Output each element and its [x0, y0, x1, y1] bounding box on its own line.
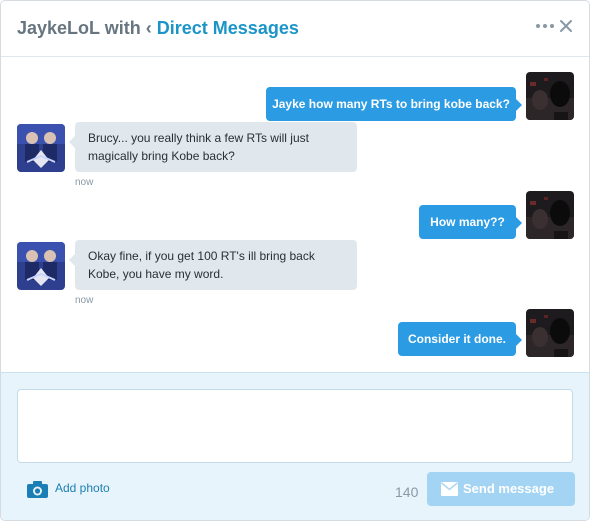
- brucy-avatar[interactable]: [17, 242, 65, 290]
- send-message-button[interactable]: Send message: [427, 472, 575, 506]
- message-line: Kobe, you have my word.: [88, 267, 224, 281]
- jayke-avatar[interactable]: [526, 309, 574, 357]
- sent-message: Jayke how many RTs to bring kobe back?: [266, 87, 522, 121]
- message-line: Okay fine, if you get 100 RT's ill bring…: [88, 249, 315, 263]
- message-composer: Add photo 140 Send message: [1, 372, 589, 520]
- direct-messages-link[interactable]: Direct Messages: [157, 18, 299, 38]
- jayke-avatar[interactable]: [526, 191, 574, 239]
- with-label: with: [104, 18, 141, 38]
- character-count: 140: [395, 484, 419, 500]
- message-input[interactable]: [17, 389, 573, 463]
- message-line: magically bring Kobe back?: [88, 149, 235, 163]
- sent-message: How many??: [419, 205, 522, 239]
- dialog-title: JaykeLoL with ‹ Direct Messages: [17, 18, 299, 39]
- message-text: How many??: [430, 215, 505, 229]
- dialog-header: JaykeLoL with ‹ Direct Messages: [1, 1, 589, 57]
- jayke-avatar[interactable]: [526, 72, 574, 120]
- participant-name: JaykeLoL: [17, 18, 100, 38]
- received-message: Brucy... you really think a few RTs will…: [69, 122, 357, 172]
- envelope-icon: [441, 482, 458, 496]
- ellipsis-icon[interactable]: [535, 18, 555, 34]
- brucy-avatar[interactable]: [17, 124, 65, 172]
- back-chevron-icon[interactable]: ‹: [146, 18, 152, 38]
- sent-message: Consider it done.: [398, 322, 522, 356]
- dm-dialog: JaykeLoL with ‹ Direct Messages Jayke ho…: [0, 0, 590, 521]
- add-photo-label: Add photo: [55, 481, 110, 495]
- message-text: Jayke how many RTs to bring kobe back?: [272, 97, 510, 111]
- camera-icon: [27, 481, 48, 498]
- received-message: Okay fine, if you get 100 RT's ill bring…: [69, 240, 357, 290]
- close-icon[interactable]: [558, 17, 574, 35]
- send-message-label: Send message: [463, 481, 555, 496]
- message-line: Brucy... you really think a few RTs will…: [88, 131, 309, 145]
- message-list: Jayke how many RTs to bring kobe back? B…: [1, 57, 589, 372]
- message-text: Consider it done.: [407, 332, 506, 346]
- message-timestamp: now: [75, 295, 94, 306]
- message-timestamp: now: [75, 177, 94, 188]
